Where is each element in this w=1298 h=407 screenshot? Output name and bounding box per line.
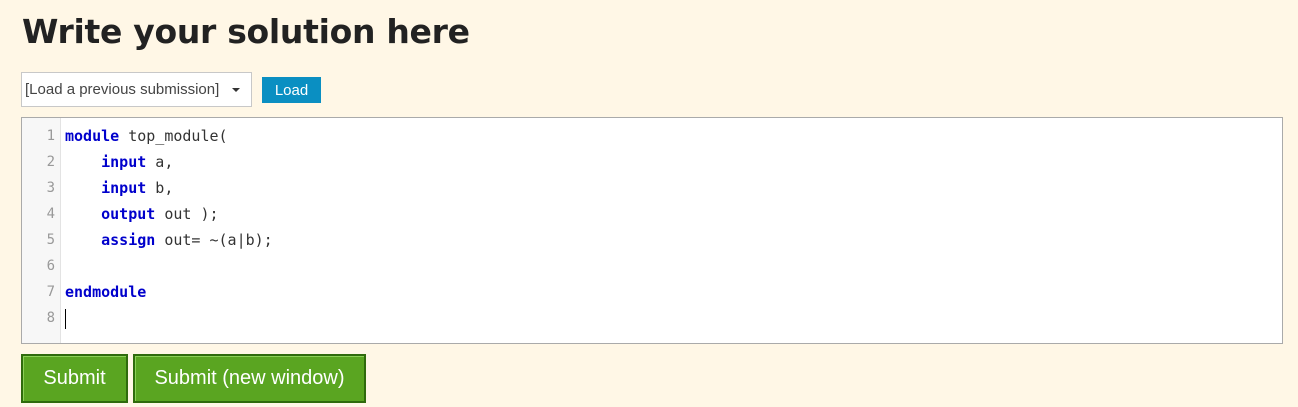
line-number: 6 bbox=[46, 258, 55, 274]
line-number: 7 bbox=[46, 284, 55, 300]
line-number: 4 bbox=[46, 206, 55, 222]
code-keyword: input bbox=[65, 179, 147, 197]
line-number: 8 bbox=[46, 310, 55, 326]
line-number: 5 bbox=[46, 232, 55, 248]
code-text: output out ); bbox=[65, 201, 219, 227]
code-line[interactable]: 6 bbox=[22, 253, 1262, 279]
code-keyword: module bbox=[65, 127, 120, 145]
code-line[interactable]: 3 input b, bbox=[22, 175, 1262, 201]
line-number: 2 bbox=[46, 154, 55, 170]
code-text: endmodule bbox=[65, 279, 146, 305]
code-line[interactable]: 2 input a, bbox=[22, 149, 1262, 175]
caret-down-icon bbox=[232, 88, 240, 92]
previous-submission-select[interactable]: [Load a previous submission] bbox=[21, 72, 252, 107]
page-title: Write your solution here bbox=[22, 12, 470, 51]
line-number: 1 bbox=[46, 128, 55, 144]
code-editor[interactable]: 1 module top_module( 2 input a, 3 input … bbox=[21, 117, 1283, 344]
code-rest: out= ~(a|b); bbox=[155, 231, 273, 249]
code-text: input a, bbox=[65, 149, 173, 175]
code-keyword: output bbox=[65, 205, 156, 223]
code-rest: out ); bbox=[155, 205, 219, 223]
code-line[interactable]: 8 bbox=[22, 305, 1262, 331]
code-keyword: input bbox=[65, 153, 147, 171]
submit-new-window-button[interactable]: Submit (new window) bbox=[133, 354, 366, 403]
code-line[interactable]: 1 module top_module( bbox=[22, 123, 1262, 149]
code-keyword: endmodule bbox=[65, 283, 147, 301]
code-text: module top_module( bbox=[65, 123, 228, 149]
code-rest: top_module( bbox=[119, 127, 228, 145]
code-keyword: assign bbox=[65, 231, 156, 249]
load-button[interactable]: Load bbox=[262, 77, 321, 103]
code-rest: a, bbox=[146, 153, 174, 171]
line-number: 3 bbox=[46, 180, 55, 196]
code-text: assign out= ~(a|b); bbox=[65, 227, 273, 253]
code-line[interactable]: 7 endmodule bbox=[22, 279, 1262, 305]
code-line[interactable]: 4 output out ); bbox=[22, 201, 1262, 227]
previous-submission-select-value: [Load a previous submission] bbox=[25, 81, 220, 98]
submit-button[interactable]: Submit bbox=[21, 354, 128, 403]
text-cursor bbox=[65, 309, 66, 329]
code-line[interactable]: 5 assign out= ~(a|b); bbox=[22, 227, 1262, 253]
code-rest: b, bbox=[146, 179, 174, 197]
code-text: input b, bbox=[65, 175, 173, 201]
